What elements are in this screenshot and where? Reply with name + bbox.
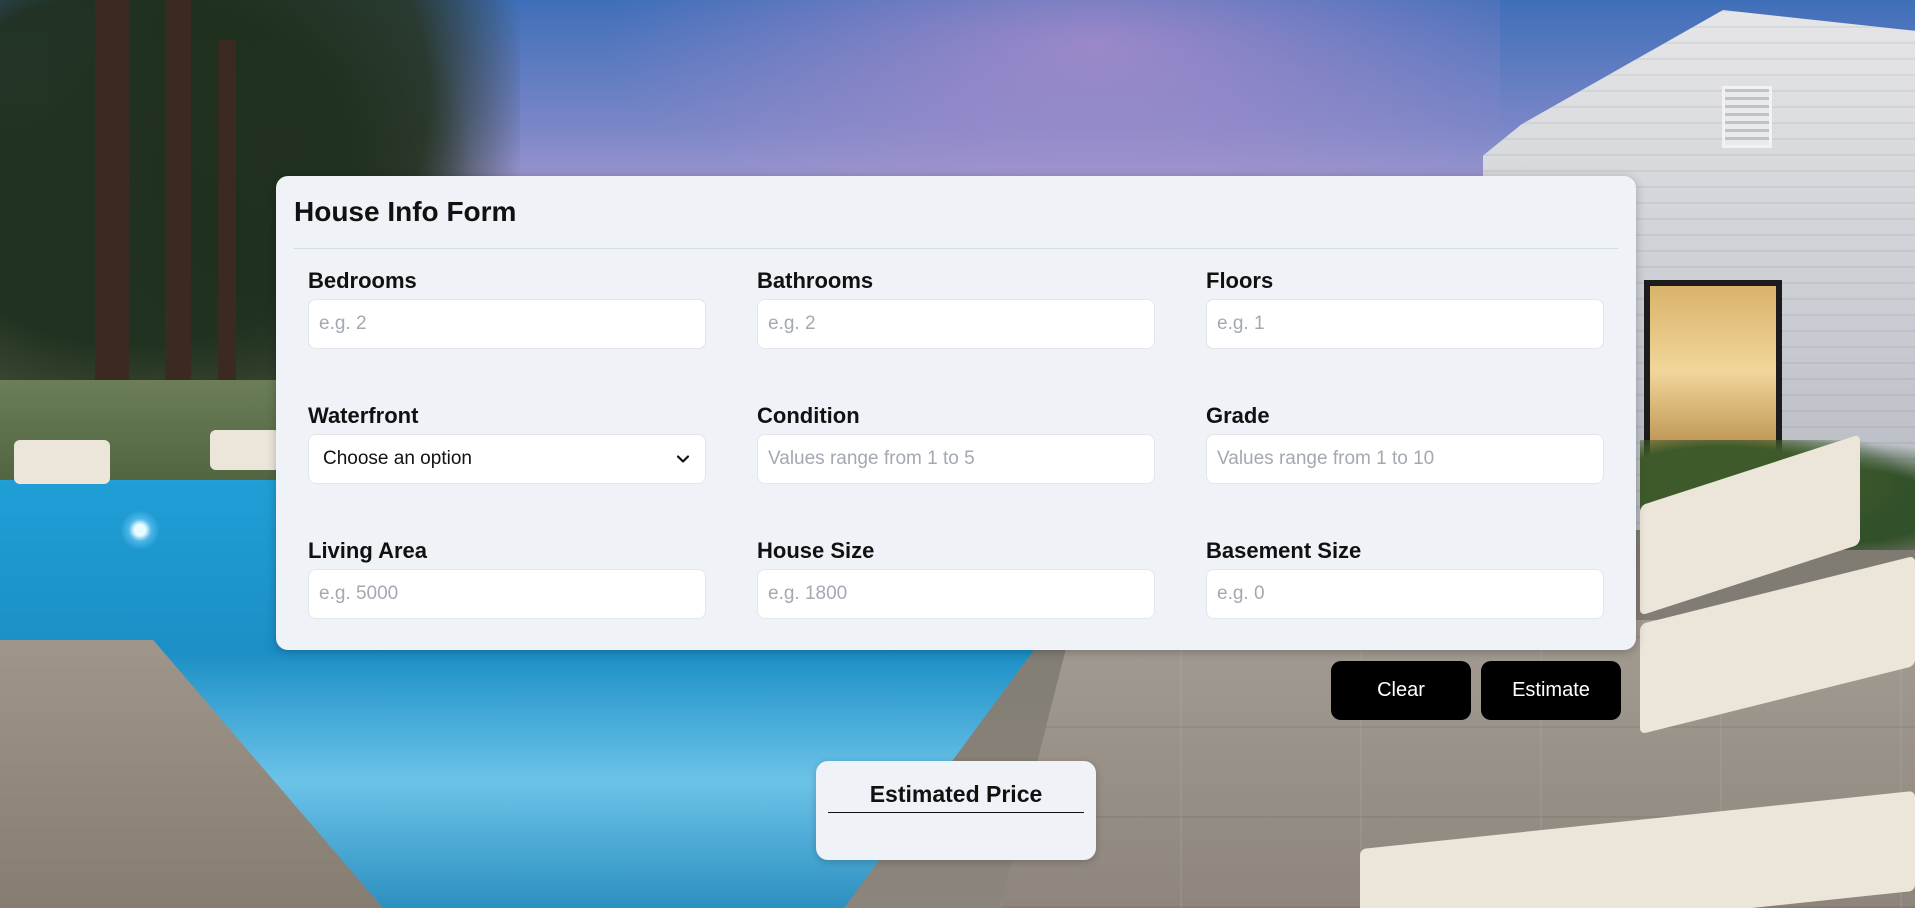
grade-input[interactable] [1206,434,1604,484]
estimated-price-card: Estimated Price [816,761,1096,860]
basement-size-label: Basement Size [1206,538,1362,563]
bathrooms-label: Bathrooms [757,268,874,293]
house-vent [1722,86,1772,148]
house-size-label: House Size [757,538,875,563]
lounger [14,440,110,484]
pool-light [120,510,160,550]
form-divider [294,248,1618,249]
living-area-label: Living Area [308,538,427,563]
grade-label: Grade [1206,403,1270,428]
house-info-form: House Info Form Bedrooms Bathrooms Floor… [276,176,1636,650]
bedrooms-label: Bedrooms [308,268,417,293]
floors-input[interactable] [1206,299,1604,349]
living-area-input[interactable] [308,569,706,619]
condition-label: Condition [757,403,860,428]
estimate-button[interactable]: Estimate [1481,661,1621,720]
chevron-down-icon [676,455,690,463]
lounger [210,430,280,470]
clear-button[interactable]: Clear [1331,661,1471,720]
waterfront-label: Waterfront [308,403,419,428]
page-background: House Info Form Bedrooms Bathrooms Floor… [0,0,1915,908]
bedrooms-input[interactable] [308,299,706,349]
house-size-input[interactable] [757,569,1155,619]
form-title: House Info Form [294,196,517,227]
waterfront-select[interactable]: Choose an option [308,434,706,484]
basement-size-input[interactable] [1206,569,1604,619]
waterfront-selected-value: Choose an option [323,448,472,469]
bathrooms-input[interactable] [757,299,1155,349]
condition-input[interactable] [757,434,1155,484]
estimated-price-divider [828,812,1084,813]
house-window [1644,280,1782,462]
floors-label: Floors [1206,268,1274,293]
estimated-price-title: Estimated Price [869,781,1043,807]
